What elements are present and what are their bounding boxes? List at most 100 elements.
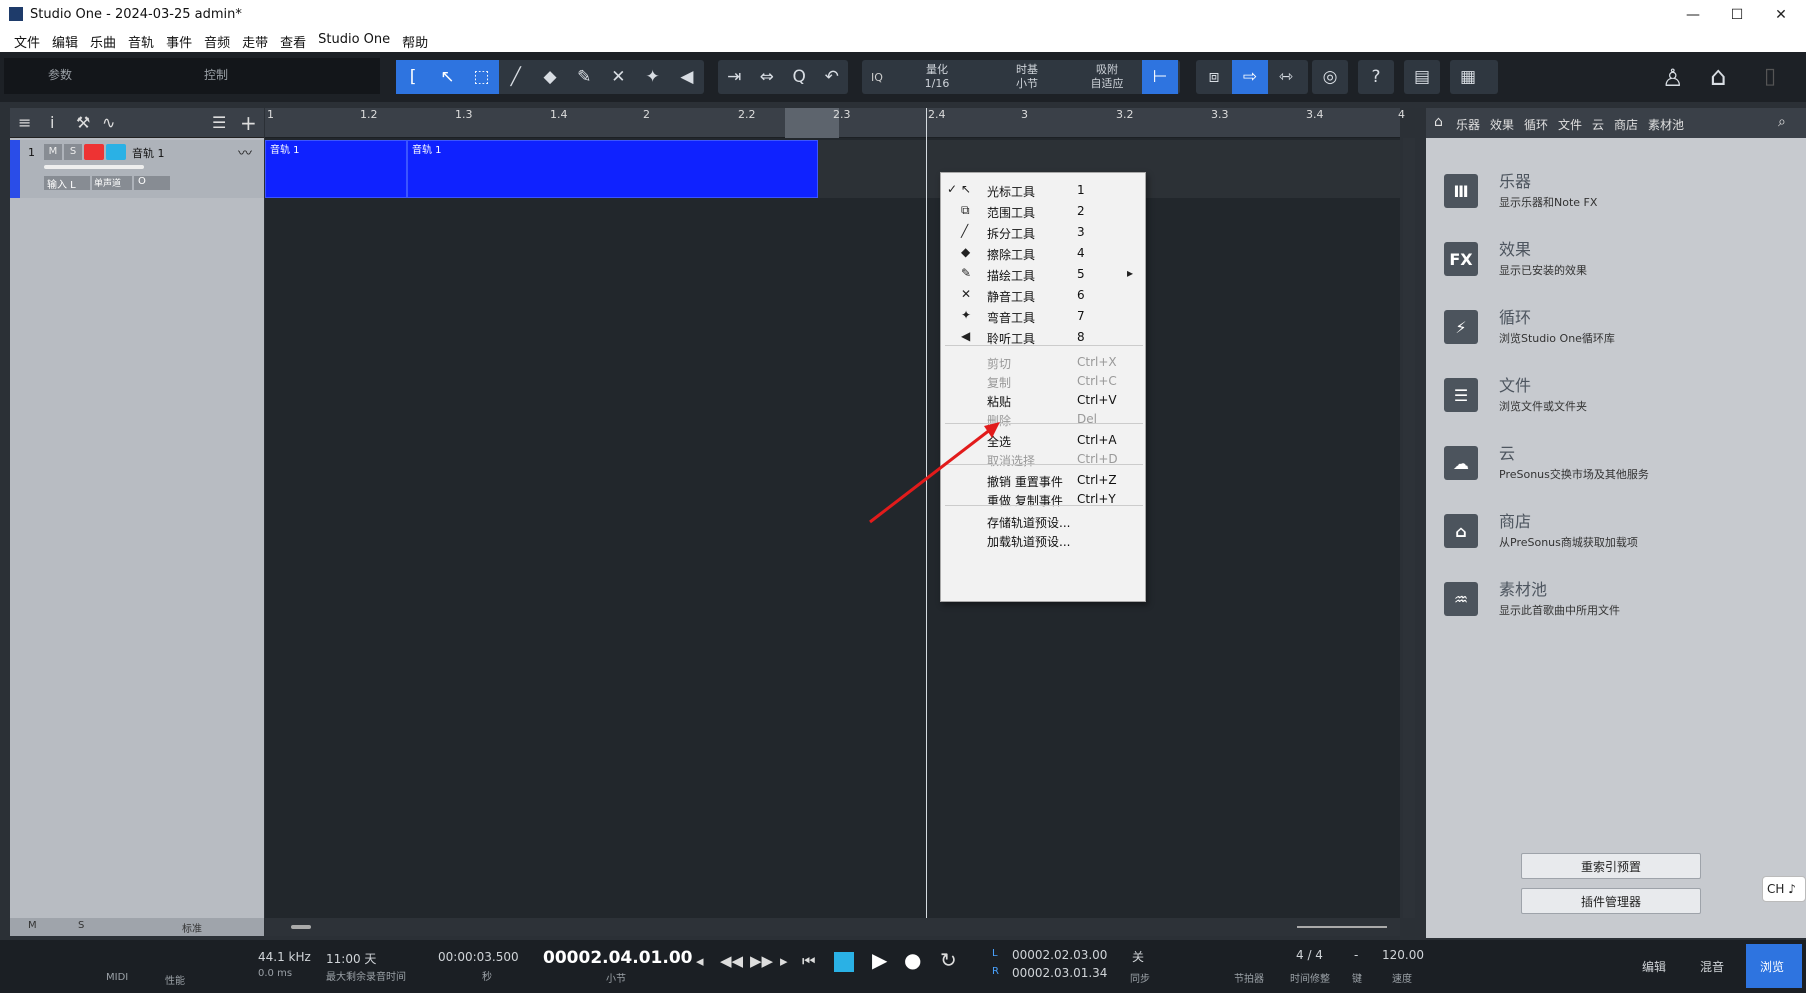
page-icon[interactable]: ▯ — [1764, 64, 1776, 89]
sync-value[interactable]: 关 — [1132, 948, 1144, 965]
menu-view[interactable]: 查看 — [274, 30, 312, 52]
menu-lines-icon[interactable]: ≡ — [18, 113, 31, 132]
time-signature[interactable]: 4 / 4 — [1296, 948, 1323, 962]
browser-category[interactable]: ♒ 素材池 显示此首歌曲中所用文件 — [1444, 576, 1784, 636]
browser-category[interactable]: ⚡ 循环 浏览Studio One循环库 — [1444, 304, 1784, 364]
menu-file[interactable]: 文件 — [8, 30, 46, 52]
audio-event[interactable]: 音轨 1 — [265, 140, 407, 198]
control-label[interactable]: 控制 — [204, 66, 228, 83]
tab-cloud[interactable]: 云 — [1592, 116, 1604, 133]
snap-select[interactable]: 吸附 自适应 — [1072, 63, 1142, 91]
mute-button[interactable]: M — [44, 144, 62, 160]
browser-category[interactable]: ⌂ 商店 从PreSonus商城获取加载项 — [1444, 508, 1784, 568]
browser-home-icon[interactable]: ⌂ — [1434, 114, 1443, 130]
video-icon[interactable]: ▤ — [1404, 60, 1440, 94]
menu-song[interactable]: 乐曲 — [84, 30, 122, 52]
browser-category[interactable]: Ⅲ 乐器 显示乐器和Note FX — [1444, 168, 1784, 228]
browse-view-button[interactable]: 浏览 — [1746, 944, 1802, 988]
record-icon[interactable]: ● — [904, 948, 921, 972]
track-name[interactable]: 音轨 1 — [132, 145, 165, 161]
plugin-manager-button[interactable]: 插件管理器 — [1521, 888, 1701, 914]
loop-end[interactable]: 00002.03.01.34 — [1012, 966, 1107, 980]
edit-view-button[interactable]: 编辑 — [1642, 958, 1666, 975]
maximize-button[interactable]: ☐ — [1714, 0, 1760, 30]
automation-icon[interactable]: ∿ — [102, 113, 115, 132]
menu-event[interactable]: 事件 — [160, 30, 198, 52]
quantize-q-icon[interactable]: Q — [783, 60, 816, 94]
target-icon[interactable]: ◎ — [1312, 60, 1348, 94]
stop-icon[interactable] — [834, 952, 854, 972]
home-icon[interactable]: ⌂ — [1710, 62, 1727, 92]
mute-all-button[interactable]: M — [28, 920, 37, 931]
cursor-follow-icon[interactable]: ⇿ — [1268, 60, 1304, 94]
menu-edit[interactable]: 编辑 — [46, 30, 84, 52]
reindex-presets-button[interactable]: 重索引预置 — [1521, 853, 1701, 879]
rewind-icon[interactable]: ◀◀ — [720, 952, 743, 970]
key-value[interactable]: - — [1354, 948, 1358, 962]
end-icon[interactable]: ▸ — [780, 952, 788, 970]
output-select[interactable]: O — [134, 176, 170, 190]
info-icon[interactable]: i — [50, 113, 54, 132]
split-tool-icon[interactable]: ╱ — [499, 60, 533, 94]
tab-pool[interactable]: 素材池 — [1648, 116, 1684, 133]
tab-effects[interactable]: 效果 — [1490, 116, 1514, 133]
close-button[interactable]: ✕ — [1758, 0, 1804, 30]
menu-transport[interactable]: 走带 — [236, 30, 274, 52]
track-header[interactable]: 1 M S 音轨 1 〰 输入 L 单声道 O — [10, 140, 264, 198]
mix-view-button[interactable]: 混音 — [1700, 958, 1724, 975]
solo-button[interactable]: S — [64, 144, 82, 160]
loop-range-marker[interactable] — [785, 108, 839, 138]
user-icon[interactable]: ♙ — [1662, 64, 1684, 92]
mono-button[interactable]: 单声道 — [92, 176, 132, 190]
vertical-scrollbar[interactable] — [1403, 138, 1415, 918]
undo-icon[interactable]: ↶ — [816, 60, 849, 94]
arrow-tool-icon[interactable]: ↖ — [430, 60, 465, 94]
tab-shop[interactable]: 商店 — [1614, 116, 1638, 133]
context-menu-item[interactable]: 加载轨道预设... — [941, 529, 1147, 553]
tab-instruments[interactable]: 乐器 — [1456, 116, 1480, 133]
menu-track[interactable]: 音轨 — [122, 30, 160, 52]
slip-icon[interactable]: ⇥ — [718, 60, 751, 94]
listen-tool-icon[interactable]: ◀ — [670, 60, 704, 94]
params-label[interactable]: 参数 — [48, 66, 72, 83]
scroll-thumb[interactable] — [291, 925, 311, 929]
record-arm-button[interactable] — [84, 144, 104, 160]
ime-indicator[interactable]: CH ♪ — [1762, 876, 1806, 902]
marker-icon[interactable]: ⏮ — [802, 952, 816, 970]
solo-all-button[interactable]: S — [78, 920, 84, 931]
help-icon[interactable]: ? — [1358, 60, 1394, 94]
wrench-icon[interactable]: ⚒ — [76, 113, 90, 132]
menu-audio[interactable]: 音频 — [198, 30, 236, 52]
bracket-icon[interactable]: [ — [396, 60, 431, 94]
bend-tool-icon[interactable]: ✦ — [636, 60, 670, 94]
tempo-value[interactable]: 120.00 — [1382, 948, 1424, 962]
forward-icon[interactable]: ▶▶ — [750, 952, 773, 970]
add-track-icon[interactable]: + — [240, 111, 257, 135]
mute-tool-icon[interactable]: ✕ — [601, 60, 635, 94]
volume-slider[interactable] — [44, 165, 144, 169]
menu-help[interactable]: 帮助 — [396, 30, 434, 52]
eraser-tool-icon[interactable]: ◆ — [533, 60, 567, 94]
position-display[interactable]: 00002.04.01.00 — [543, 948, 693, 968]
input-select[interactable]: 输入 L — [44, 176, 90, 191]
range-tool-icon[interactable]: ⬚ — [464, 60, 499, 94]
search-icon[interactable]: ⌕ — [1778, 114, 1786, 130]
track-height-select[interactable]: 标准 — [182, 920, 202, 935]
tab-files[interactable]: 文件 — [1558, 116, 1582, 133]
paint-tool-icon[interactable]: ✎ — [567, 60, 601, 94]
list-icon[interactable]: ☰ — [212, 113, 226, 132]
autoscroll-icon[interactable]: ⇨ — [1232, 60, 1268, 94]
menu-studio-one[interactable]: Studio One — [312, 30, 396, 52]
browser-category[interactable]: FX 效果 显示已安装的效果 — [1444, 236, 1784, 296]
browser-category[interactable]: ☁ 云 PreSonus交换市场及其他服务 — [1444, 440, 1784, 500]
timebase-select[interactable]: 时基 小节 — [982, 63, 1072, 91]
snap-toggle-icon[interactable]: ⊢ — [1142, 60, 1178, 94]
loop-start[interactable]: 00002.02.03.00 — [1012, 948, 1107, 962]
quantize-select[interactable]: 量化 1/16 — [892, 63, 982, 91]
iq-button[interactable]: IQ — [862, 71, 892, 84]
audio-event[interactable]: 音轨 1 — [407, 140, 818, 198]
time-seconds[interactable]: 00:00:03.500 — [438, 950, 519, 964]
horizontal-scrollbar[interactable] — [265, 918, 1400, 936]
loop-follow-icon[interactable]: ⧈ — [1196, 60, 1232, 94]
minimize-button[interactable]: — — [1670, 0, 1716, 30]
